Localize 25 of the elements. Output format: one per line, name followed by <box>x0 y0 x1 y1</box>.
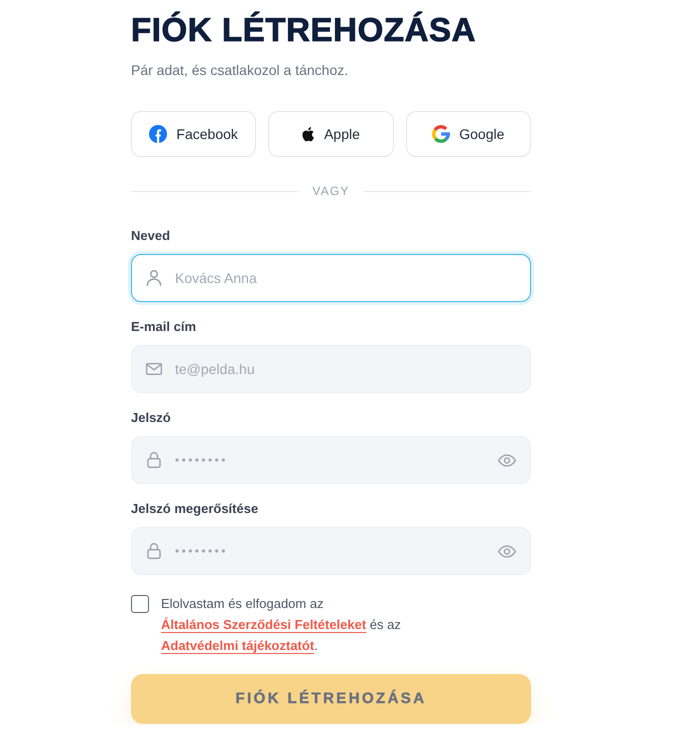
apple-icon <box>302 126 316 142</box>
facebook-icon <box>149 125 168 143</box>
field-label: E-mail cím <box>131 319 198 335</box>
eye-icon[interactable] <box>498 454 516 466</box>
email-field[interactable]: te@pelda.hu <box>131 345 531 393</box>
person-icon <box>146 270 162 286</box>
terms-checkbox[interactable] <box>131 595 149 613</box>
page-subtitle: Pár adat, és csatlakozol a tánchoz. <box>131 61 350 80</box>
field-label: Jelszó <box>131 410 172 426</box>
page-title: FIÓK LÉTREHOZÁSA <box>131 12 478 48</box>
google-icon <box>432 125 450 143</box>
field-label: Neved <box>131 228 172 244</box>
social-login-button[interactable]: Facebook <box>131 111 256 157</box>
envelope-icon <box>146 361 162 377</box>
terms-text: Elolvastam és elfogadom az Általános Szerződési Feltételeket és az Adatvédelmi tájékoztatót. <box>161 595 402 655</box>
social-login-button[interactable]: Google <box>406 111 531 157</box>
field-label: Jelszó megerősítése <box>131 501 260 517</box>
password-field[interactable]: •••••••• <box>131 527 531 575</box>
divider-label: VAGY <box>312 183 350 199</box>
password-field[interactable]: •••••••• <box>131 436 531 484</box>
name-field[interactable]: Kovács Anna <box>131 254 531 302</box>
lock-icon <box>146 543 162 559</box>
social-login-button[interactable]: Apple <box>268 111 394 157</box>
eye-icon[interactable] <box>498 544 516 558</box>
lock-icon <box>146 452 162 468</box>
